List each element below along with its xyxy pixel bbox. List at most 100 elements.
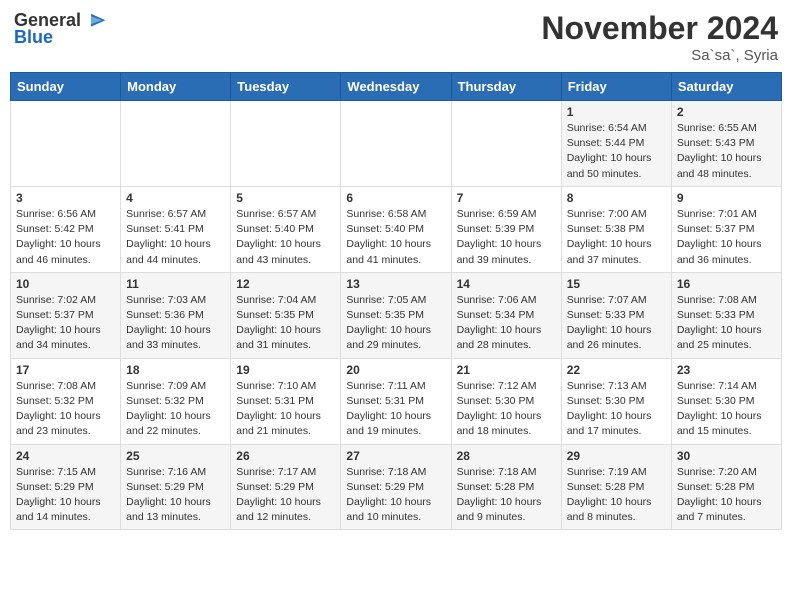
calendar-cell: 13 Sunrise: 7:05 AMSunset: 5:35 PMDayligh… [341,272,451,358]
day-number: 20 [346,363,445,377]
day-info: Sunrise: 7:06 AMSunset: 5:34 PMDaylight:… [457,293,556,354]
day-header-friday: Friday [561,73,671,101]
day-info: Sunrise: 7:15 AMSunset: 5:29 PMDaylight:… [16,465,115,526]
day-info: Sunrise: 7:08 AMSunset: 5:33 PMDaylight:… [677,293,776,354]
day-number: 22 [567,363,666,377]
day-info: Sunrise: 7:11 AMSunset: 5:31 PMDaylight:… [346,379,445,440]
day-info: Sunrise: 7:05 AMSunset: 5:35 PMDaylight:… [346,293,445,354]
day-info: Sunrise: 7:09 AMSunset: 5:32 PMDaylight:… [126,379,225,440]
day-info: Sunrise: 7:07 AMSunset: 5:33 PMDaylight:… [567,293,666,354]
day-number: 14 [457,277,556,291]
day-number: 1 [567,105,666,119]
calendar-week-5: 24 Sunrise: 7:15 AMSunset: 5:29 PMDayligh… [11,444,782,530]
calendar-cell: 28Sunrise: 7:18 AMSunset: 5:28 PMDayligh… [451,444,561,530]
day-number: 9 [677,191,776,205]
day-info: Sunrise: 7:02 AMSunset: 5:37 PMDaylight:… [16,293,115,354]
calendar-cell [451,101,561,187]
day-number: 29 [567,449,666,463]
calendar-cell: 24 Sunrise: 7:15 AMSunset: 5:29 PMDayligh… [11,444,121,530]
calendar-cell: 15Sunrise: 7:07 AMSunset: 5:33 PMDayligh… [561,272,671,358]
day-number: 13 [346,277,445,291]
day-number: 26 [236,449,335,463]
calendar-cell: 3 Sunrise: 6:56 AMSunset: 5:42 PMDaylight… [11,186,121,272]
day-number: 3 [16,191,115,205]
day-info: Sunrise: 7:14 AMSunset: 5:30 PMDaylight:… [677,379,776,440]
calendar-cell: 18 Sunrise: 7:09 AMSunset: 5:32 PMDayligh… [121,358,231,444]
day-number: 30 [677,449,776,463]
day-number: 4 [126,191,225,205]
day-info: Sunrise: 7:18 AMSunset: 5:28 PMDaylight:… [457,465,556,526]
calendar-cell: 17 Sunrise: 7:08 AMSunset: 5:32 PMDayligh… [11,358,121,444]
day-info: Sunrise: 6:56 AMSunset: 5:42 PMDaylight:… [16,207,115,268]
day-info: Sunrise: 7:10 AMSunset: 5:31 PMDaylight:… [236,379,335,440]
calendar-cell: 21Sunrise: 7:12 AMSunset: 5:30 PMDayligh… [451,358,561,444]
calendar-cell [341,101,451,187]
day-info: Sunrise: 7:19 AMSunset: 5:28 PMDaylight:… [567,465,666,526]
month-title: November 2024 [541,10,778,47]
calendar-week-4: 17 Sunrise: 7:08 AMSunset: 5:32 PMDayligh… [11,358,782,444]
day-number: 6 [346,191,445,205]
day-number: 21 [457,363,556,377]
calendar-week-1: 1 Sunrise: 6:54 AMSunset: 5:44 PMDaylight… [11,101,782,187]
calendar-cell: 12 Sunrise: 7:04 AMSunset: 5:35 PMDayligh… [231,272,341,358]
calendar-cell: 2 Sunrise: 6:55 AMSunset: 5:43 PMDaylight… [671,101,781,187]
calendar-cell: 8 Sunrise: 7:00 AMSunset: 5:38 PMDaylight… [561,186,671,272]
calendar: SundayMondayTuesdayWednesdayThursdayFrid… [10,72,782,530]
day-header-monday: Monday [121,73,231,101]
day-number: 10 [16,277,115,291]
day-header-tuesday: Tuesday [231,73,341,101]
day-info: Sunrise: 6:55 AMSunset: 5:43 PMDaylight:… [677,121,776,182]
calendar-cell: 11 Sunrise: 7:03 AMSunset: 5:36 PMDayligh… [121,272,231,358]
calendar-cell: 20 Sunrise: 7:11 AMSunset: 5:31 PMDayligh… [341,358,451,444]
calendar-cell: 4Sunrise: 6:57 AMSunset: 5:41 PMDaylight… [121,186,231,272]
day-number: 17 [16,363,115,377]
day-header-saturday: Saturday [671,73,781,101]
location: Sa`sa`, Syria [541,47,778,64]
day-number: 24 [16,449,115,463]
calendar-cell: 29 Sunrise: 7:19 AMSunset: 5:28 PMDayligh… [561,444,671,530]
calendar-cell: 30 Sunrise: 7:20 AMSunset: 5:28 PMDayligh… [671,444,781,530]
calendar-cell [121,101,231,187]
day-info: Sunrise: 6:58 AMSunset: 5:40 PMDaylight:… [346,207,445,268]
day-info: Sunrise: 7:17 AMSunset: 5:29 PMDaylight:… [236,465,335,526]
day-number: 2 [677,105,776,119]
calendar-cell: 25 Sunrise: 7:16 AMSunset: 5:29 PMDayligh… [121,444,231,530]
day-info: Sunrise: 6:57 AMSunset: 5:40 PMDaylight:… [236,207,335,268]
day-number: 8 [567,191,666,205]
day-info: Sunrise: 7:08 AMSunset: 5:32 PMDaylight:… [16,379,115,440]
calendar-header-row: SundayMondayTuesdayWednesdayThursdayFrid… [11,73,782,101]
calendar-cell: 22 Sunrise: 7:13 AMSunset: 5:30 PMDayligh… [561,358,671,444]
calendar-cell [231,101,341,187]
calendar-week-2: 3 Sunrise: 6:56 AMSunset: 5:42 PMDaylight… [11,186,782,272]
day-info: Sunrise: 7:04 AMSunset: 5:35 PMDaylight:… [236,293,335,354]
day-info: Sunrise: 7:16 AMSunset: 5:29 PMDaylight:… [126,465,225,526]
title-section: November 2024 Sa`sa`, Syria [541,10,778,64]
day-number: 12 [236,277,335,291]
day-number: 5 [236,191,335,205]
day-header-wednesday: Wednesday [341,73,451,101]
calendar-cell: 10 Sunrise: 7:02 AMSunset: 5:37 PMDayligh… [11,272,121,358]
day-number: 25 [126,449,225,463]
day-number: 23 [677,363,776,377]
logo-blue: Blue [14,27,53,48]
day-number: 19 [236,363,335,377]
calendar-week-3: 10 Sunrise: 7:02 AMSunset: 5:37 PMDayligh… [11,272,782,358]
day-info: Sunrise: 6:59 AMSunset: 5:39 PMDaylight:… [457,207,556,268]
day-info: Sunrise: 7:20 AMSunset: 5:28 PMDaylight:… [677,465,776,526]
day-info: Sunrise: 7:13 AMSunset: 5:30 PMDaylight:… [567,379,666,440]
calendar-cell [11,101,121,187]
calendar-cell: 27 Sunrise: 7:18 AMSunset: 5:29 PMDayligh… [341,444,451,530]
day-info: Sunrise: 7:00 AMSunset: 5:38 PMDaylight:… [567,207,666,268]
calendar-cell: 23 Sunrise: 7:14 AMSunset: 5:30 PMDayligh… [671,358,781,444]
day-info: Sunrise: 7:01 AMSunset: 5:37 PMDaylight:… [677,207,776,268]
day-info: Sunrise: 6:54 AMSunset: 5:44 PMDaylight:… [567,121,666,182]
calendar-cell: 1 Sunrise: 6:54 AMSunset: 5:44 PMDaylight… [561,101,671,187]
calendar-cell: 14 Sunrise: 7:06 AMSunset: 5:34 PMDayligh… [451,272,561,358]
calendar-cell: 26 Sunrise: 7:17 AMSunset: 5:29 PMDayligh… [231,444,341,530]
day-number: 18 [126,363,225,377]
day-number: 11 [126,277,225,291]
day-number: 27 [346,449,445,463]
day-info: Sunrise: 7:18 AMSunset: 5:29 PMDaylight:… [346,465,445,526]
day-info: Sunrise: 7:03 AMSunset: 5:36 PMDaylight:… [126,293,225,354]
calendar-cell: 9 Sunrise: 7:01 AMSunset: 5:37 PMDaylight… [671,186,781,272]
